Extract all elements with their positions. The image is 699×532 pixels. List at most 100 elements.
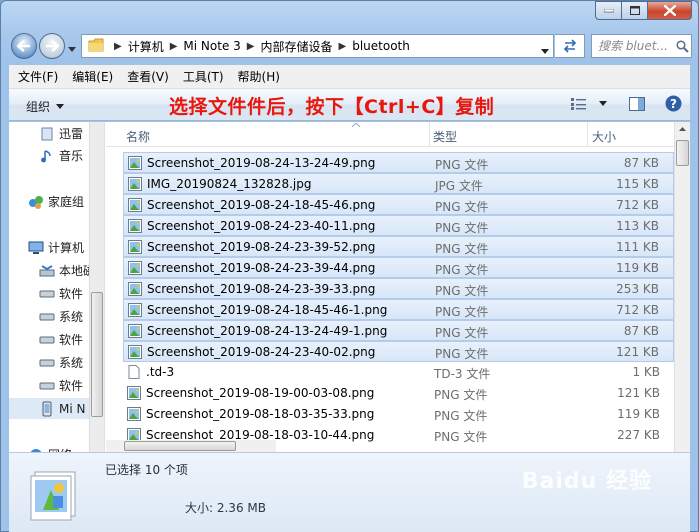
close-button[interactable]	[648, 1, 692, 20]
column-divider[interactable]	[429, 122, 430, 146]
image-icon	[128, 240, 142, 254]
breadcrumb-separator-icon[interactable]: ▶	[247, 41, 255, 52]
organize-button[interactable]: 组织	[26, 98, 65, 115]
nav-item-drive-software[interactable]: 软件	[39, 329, 83, 350]
breadcrumb-device[interactable]: Mi Note 3	[183, 39, 240, 53]
folder-icon	[88, 38, 104, 55]
file-row[interactable]: Screenshot_2019-08-18-03-35-33.png PNG 文件…	[123, 404, 674, 425]
column-divider[interactable]	[587, 122, 588, 146]
homegroup-icon	[28, 194, 44, 210]
column-header-name[interactable]: 名称	[126, 128, 150, 145]
navigation-pane: 迅雷 音乐 家庭组 计算机 本地磁 软件 系统 软件 系统 软件 Mi N	[9, 122, 105, 452]
change-view-button[interactable]	[571, 97, 607, 110]
menu-edit[interactable]: 编辑(E)	[72, 68, 113, 85]
nav-item-mi-note[interactable]: Mi N	[9, 398, 89, 419]
menu-file[interactable]: 文件(F)	[18, 68, 58, 85]
nav-item-computer[interactable]: 计算机	[28, 237, 84, 258]
breadcrumb-separator-icon[interactable]: ▶	[339, 41, 347, 52]
chevron-down-icon	[599, 101, 607, 106]
file-type: PNG 文件	[435, 284, 489, 298]
nav-item-music[interactable]: 音乐	[39, 145, 83, 166]
organize-label: 组织	[26, 100, 51, 114]
file-size: 113 KB	[616, 219, 659, 233]
file-row[interactable]: IMG_20190824_132828.jpg JPG 文件 115 KB	[123, 173, 674, 194]
arrow-right-icon	[46, 40, 59, 52]
breadcrumb-current[interactable]: bluetooth	[352, 39, 410, 53]
breadcrumb-separator-icon[interactable]: ▶	[114, 41, 122, 52]
file-row[interactable]: Screenshot_2019-08-24-23-39-44.png PNG 文件…	[123, 257, 674, 278]
nav-item-homegroup[interactable]: 家庭组	[28, 191, 84, 212]
file-row[interactable]: Screenshot_2019-08-24-23-40-11.png PNG 文件…	[123, 215, 674, 236]
nav-scrollbar-thumb[interactable]	[91, 292, 103, 417]
refresh-icon	[563, 39, 576, 53]
address-bar[interactable]: ▶ 计算机 ▶ Mi Note 3 ▶ 内部存储设备 ▶ bluetooth	[81, 34, 554, 58]
file-name: Screenshot_2019-08-24-18-45-46-1.png	[147, 303, 388, 317]
file-row[interactable]: Screenshot_2019-08-24-13-24-49.png PNG 文件…	[123, 152, 674, 173]
drive-icon	[39, 355, 55, 371]
vertical-scrollbar-thumb[interactable]	[676, 140, 689, 166]
content-area: 迅雷 音乐 家庭组 计算机 本地磁 软件 系统 软件 系统 软件 Mi N 名称…	[9, 122, 690, 452]
back-button[interactable]	[11, 33, 37, 59]
minimize-icon	[603, 8, 614, 12]
file-row[interactable]: Screenshot_2019-08-19-00-03-08.png PNG 文件…	[123, 383, 674, 404]
file-type: PNG 文件	[435, 263, 489, 277]
menu-view[interactable]: 查看(V)	[127, 68, 169, 85]
nav-label: 计算机	[48, 241, 85, 255]
nav-item-thunder[interactable]: 迅雷	[39, 123, 83, 144]
recent-pages-dropdown[interactable]	[68, 41, 76, 55]
file-row[interactable]: Screenshot_2019-08-24-23-39-52.png PNG 文件…	[123, 236, 674, 257]
instruction-banner: 选择文件件后，按下【Ctrl+C】复制	[169, 96, 495, 118]
nav-item-network[interactable]: 网络	[28, 444, 72, 452]
breadcrumb: ▶ 计算机 ▶ Mi Note 3 ▶ 内部存储设备 ▶ bluetooth	[108, 38, 410, 55]
file-name: Screenshot_2019-08-24-13-24-49.png	[147, 156, 376, 170]
nav-item-drive-software[interactable]: 软件	[39, 283, 83, 304]
preview-pane-button[interactable]	[629, 96, 645, 111]
column-header-size[interactable]: 大小	[592, 128, 616, 145]
image-icon	[128, 177, 142, 191]
drive-icon	[39, 332, 55, 348]
file-row[interactable]: Screenshot_2019-08-24-23-40-02.png PNG 文件…	[123, 341, 674, 362]
horizontal-scrollbar-thumb[interactable]	[124, 441, 236, 451]
maximize-button[interactable]	[622, 1, 648, 20]
menu-tools[interactable]: 工具(T)	[183, 68, 224, 85]
nav-item-drive-system[interactable]: 系统	[39, 306, 83, 327]
horizontal-scrollbar[interactable]	[106, 440, 276, 452]
file-type: PNG 文件	[435, 347, 489, 361]
image-icon	[128, 156, 142, 170]
scroll-up-icon[interactable]	[679, 127, 686, 131]
nav-label: 软件	[59, 287, 84, 301]
file-name: IMG_20190824_132828.jpg	[147, 177, 312, 191]
search-box[interactable]	[591, 34, 692, 58]
computer-icon	[28, 240, 44, 256]
address-dropdown[interactable]	[541, 43, 549, 57]
search-input[interactable]	[598, 39, 676, 53]
image-icon	[128, 345, 142, 359]
nav-scrollbar[interactable]	[89, 122, 104, 452]
nav-item-drive-software[interactable]: 软件	[39, 375, 83, 396]
nav-item-local-disk[interactable]: 本地磁	[39, 260, 95, 281]
file-size: 87 KB	[623, 156, 659, 170]
column-header-type[interactable]: 类型	[433, 128, 457, 145]
file-row[interactable]: Screenshot_2019-08-24-13-24-49-1.png PNG …	[123, 320, 674, 341]
svg-text:?: ?	[670, 97, 677, 111]
breadcrumb-separator-icon[interactable]: ▶	[170, 41, 178, 52]
minimize-button[interactable]	[595, 1, 622, 20]
nav-label: Mi N	[59, 401, 86, 416]
vertical-scrollbar[interactable]	[674, 122, 690, 452]
menu-help[interactable]: 帮助(H)	[238, 68, 280, 85]
breadcrumb-computer[interactable]: 计算机	[128, 38, 164, 55]
file-type: JPG 文件	[435, 179, 483, 193]
refresh-button[interactable]	[555, 34, 585, 58]
file-size: 712 KB	[616, 198, 659, 212]
nav-label: 家庭组	[48, 195, 85, 209]
file-size: 1 KB	[632, 365, 660, 379]
file-icon	[128, 365, 140, 379]
file-row[interactable]: Screenshot_2019-08-24-23-39-33.png PNG 文件…	[123, 278, 674, 299]
file-row[interactable]: Screenshot_2019-08-24-18-45-46-1.png PNG …	[123, 299, 674, 320]
help-button[interactable]: ?	[665, 95, 682, 112]
file-row[interactable]: .td-3 TD-3 文件 1 KB	[123, 362, 674, 383]
file-row[interactable]: Screenshot_2019-08-24-18-45-46.png PNG 文件…	[123, 194, 674, 215]
nav-item-drive-system[interactable]: 系统	[39, 352, 83, 373]
breadcrumb-storage[interactable]: 内部存储设备	[260, 38, 332, 55]
forward-button[interactable]	[39, 33, 65, 59]
